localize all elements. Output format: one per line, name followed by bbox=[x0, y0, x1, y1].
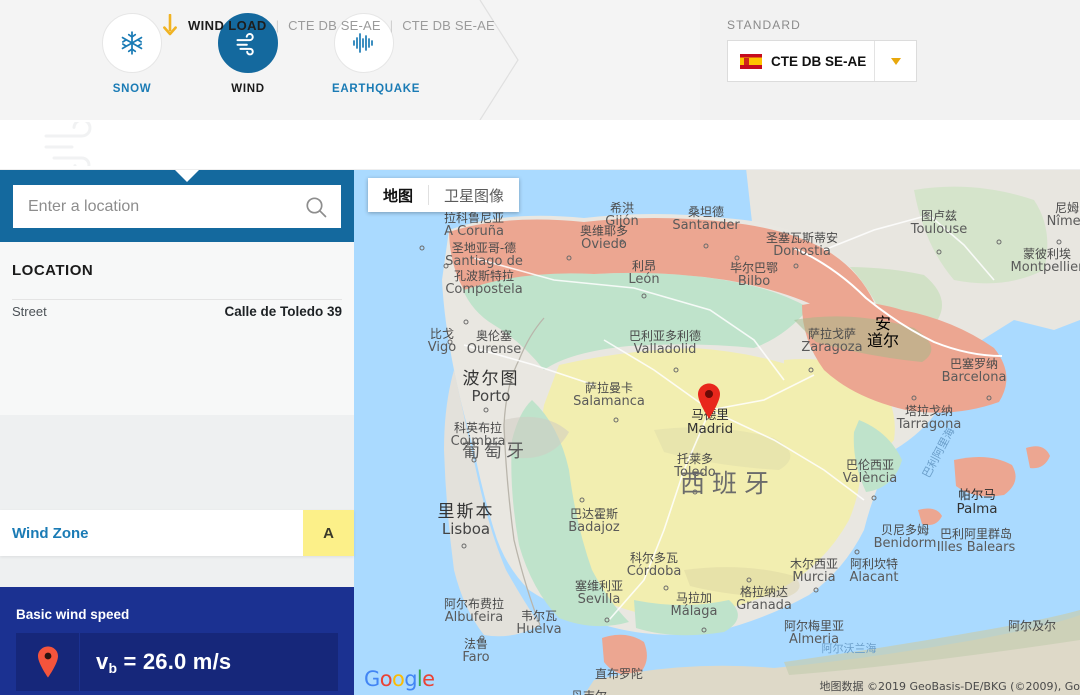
map-type-button-map[interactable]: 地图 bbox=[368, 178, 428, 212]
speed-symbol: v bbox=[96, 649, 108, 674]
location-divider bbox=[12, 299, 342, 300]
city-dot bbox=[937, 250, 942, 255]
city-dot bbox=[693, 490, 698, 495]
google-logo-letter-1: G bbox=[364, 667, 380, 691]
snow-circle bbox=[102, 13, 162, 73]
city-dot bbox=[420, 246, 425, 251]
city-dot bbox=[674, 368, 679, 373]
map-attribution: 地图数据 ©2019 GeoBasis-DE/BKG (©2009), Go bbox=[819, 678, 1080, 694]
standard-dropdown[interactable]: CTE DB SE-AE bbox=[727, 40, 917, 82]
map-container[interactable]: 地图 卫星图像 拉科鲁尼亚A Coruña希洪Gijón桑坦德Santander… bbox=[354, 170, 1080, 695]
google-logo-letter-4: g bbox=[404, 667, 417, 691]
search-icon[interactable] bbox=[304, 195, 328, 219]
chevron-down-icon bbox=[891, 58, 901, 65]
google-logo-letter-6: e bbox=[422, 667, 434, 691]
google-logo: Google bbox=[364, 667, 435, 691]
search-panel bbox=[0, 170, 354, 242]
speed-number: = 26.0 m/s bbox=[117, 649, 231, 674]
hazard-tab-snow[interactable]: SNOW bbox=[100, 13, 164, 95]
hazard-tab-snow-label: SNOW bbox=[100, 83, 164, 95]
city-dot bbox=[444, 264, 449, 269]
city-dot bbox=[448, 340, 453, 345]
city-dot bbox=[987, 396, 992, 401]
breadcrumb: WIND LOAD | CTE DB SE-AE | CTE DB SE-AE bbox=[162, 0, 495, 50]
arrow-down-icon bbox=[162, 14, 178, 36]
city-dot bbox=[747, 578, 752, 583]
city-dot bbox=[620, 240, 625, 245]
city-dot bbox=[1057, 240, 1062, 245]
breadcrumb-separator-1: | bbox=[276, 18, 279, 33]
city-dot bbox=[997, 240, 1002, 245]
city-dot bbox=[702, 628, 707, 633]
city-dot bbox=[872, 496, 877, 501]
wind-load-app: SNOW WIND bbox=[0, 0, 1080, 695]
city-dot bbox=[472, 458, 477, 463]
city-dot bbox=[735, 256, 740, 261]
standard-selector: STANDARD CTE DB SE-AE bbox=[727, 18, 917, 82]
search-input[interactable] bbox=[28, 198, 304, 216]
standard-value: CTE DB SE-AE bbox=[771, 54, 874, 69]
wind-zone-badge: A bbox=[303, 510, 354, 556]
google-logo-letter-3: o bbox=[392, 667, 404, 691]
basic-wind-speed-box: vb = 26.0 m/s bbox=[16, 633, 338, 691]
city-dot bbox=[464, 320, 469, 325]
map-pin-icon bbox=[35, 645, 61, 679]
search-notch-decoration bbox=[175, 170, 199, 182]
city-dot bbox=[814, 588, 819, 593]
location-street-key: Street bbox=[12, 304, 47, 319]
location-street-row: Street Calle de Toledo 39 bbox=[12, 304, 342, 319]
breadcrumb-main[interactable]: WIND LOAD bbox=[188, 18, 267, 33]
city-dot bbox=[462, 544, 467, 549]
city-dot bbox=[484, 408, 489, 413]
map-type-button-satellite[interactable]: 卫星图像 bbox=[429, 178, 519, 212]
city-dot bbox=[480, 636, 485, 641]
city-dot bbox=[794, 264, 799, 269]
spain-flag-icon bbox=[740, 54, 762, 69]
map-marker-icon[interactable] bbox=[695, 382, 723, 425]
location-street-value: Calle de Toledo 39 bbox=[224, 304, 342, 319]
city-dot bbox=[664, 586, 669, 591]
city-dot bbox=[580, 498, 585, 503]
wind-watermark-icon bbox=[40, 122, 130, 166]
map-graphic bbox=[354, 170, 1080, 695]
basic-wind-speed-label: Basic wind speed bbox=[16, 607, 338, 622]
results-panel: Basic wind speed vb = 26.0 m/s Basic vel… bbox=[0, 587, 354, 695]
city-dot bbox=[809, 368, 814, 373]
city-dot bbox=[614, 418, 619, 423]
sidebar: LOCATION Street Calle de Toledo 39 Wind … bbox=[0, 170, 354, 695]
location-title: LOCATION bbox=[12, 262, 93, 279]
basic-wind-speed-value: vb = 26.0 m/s bbox=[80, 649, 338, 675]
city-dot bbox=[855, 550, 860, 555]
city-dot bbox=[567, 256, 572, 261]
breadcrumb-separator-2: | bbox=[390, 18, 393, 33]
breadcrumb-item-1[interactable]: CTE DB SE-AE bbox=[288, 18, 381, 33]
breadcrumb-item-2[interactable]: CTE DB SE-AE bbox=[402, 18, 495, 33]
speed-pin-cell bbox=[16, 633, 80, 691]
hazard-tab-earthquake-label: EARTHQUAKE bbox=[332, 83, 396, 95]
hazard-tab-wind-label: WIND bbox=[216, 83, 280, 95]
map-type-control: 地图 卫星图像 bbox=[368, 178, 519, 212]
standard-caret-button[interactable] bbox=[874, 41, 916, 81]
city-dot bbox=[642, 294, 647, 299]
google-logo-letter-2: o bbox=[380, 667, 392, 691]
standard-label: STANDARD bbox=[727, 18, 917, 32]
city-dot bbox=[704, 244, 709, 249]
wind-zone-row[interactable]: Wind Zone A bbox=[0, 510, 354, 556]
search-field[interactable] bbox=[13, 185, 341, 228]
wind-zone-label: Wind Zone bbox=[12, 525, 303, 542]
snowflake-icon bbox=[119, 30, 145, 56]
city-dot bbox=[605, 618, 610, 623]
city-dot bbox=[912, 396, 917, 401]
location-panel: LOCATION Street Calle de Toledo 39 bbox=[0, 242, 354, 415]
breadcrumb-bar bbox=[0, 120, 1080, 170]
speed-subscript: b bbox=[108, 660, 117, 676]
